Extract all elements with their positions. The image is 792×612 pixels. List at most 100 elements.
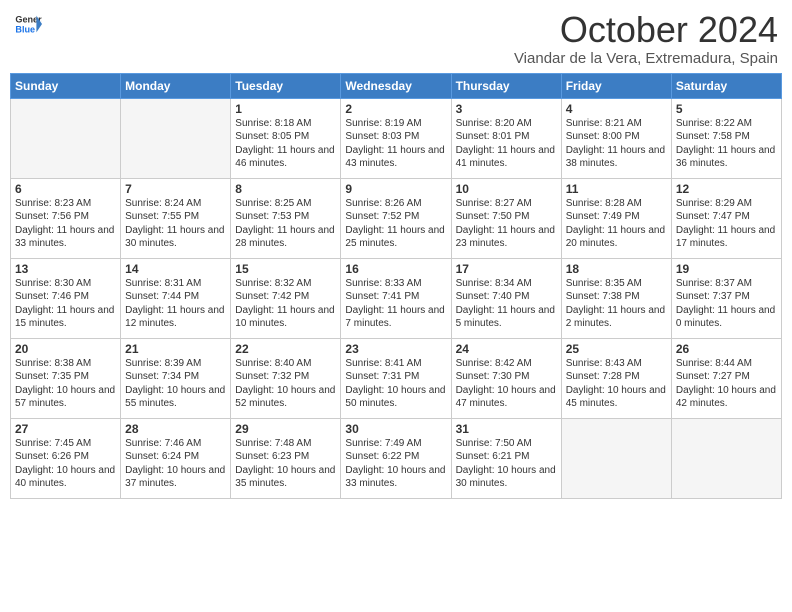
- calendar-cell: 12Sunrise: 8:29 AMSunset: 7:47 PMDayligh…: [671, 178, 781, 258]
- calendar-cell: 24Sunrise: 8:42 AMSunset: 7:30 PMDayligh…: [451, 338, 561, 418]
- calendar-cell: 29Sunrise: 7:48 AMSunset: 6:23 PMDayligh…: [231, 418, 341, 498]
- day-number: 31: [456, 422, 557, 436]
- calendar-cell: 4Sunrise: 8:21 AMSunset: 8:00 PMDaylight…: [561, 98, 671, 178]
- day-number: 17: [456, 262, 557, 276]
- calendar-cell: 25Sunrise: 8:43 AMSunset: 7:28 PMDayligh…: [561, 338, 671, 418]
- day-info: Sunrise: 8:38 AMSunset: 7:35 PMDaylight:…: [15, 357, 116, 411]
- day-number: 11: [566, 182, 667, 196]
- day-info: Sunrise: 8:26 AMSunset: 7:52 PMDaylight:…: [345, 197, 446, 251]
- calendar-cell: 21Sunrise: 8:39 AMSunset: 7:34 PMDayligh…: [121, 338, 231, 418]
- day-info: Sunrise: 8:28 AMSunset: 7:49 PMDaylight:…: [566, 197, 667, 251]
- weekday-header-thursday: Thursday: [451, 73, 561, 98]
- weekday-header-saturday: Saturday: [671, 73, 781, 98]
- day-number: 19: [676, 262, 777, 276]
- calendar-cell: 16Sunrise: 8:33 AMSunset: 7:41 PMDayligh…: [341, 258, 451, 338]
- weekday-header-monday: Monday: [121, 73, 231, 98]
- day-number: 8: [235, 182, 336, 196]
- weekday-header-wednesday: Wednesday: [341, 73, 451, 98]
- day-number: 3: [456, 102, 557, 116]
- title-block: October 2024 Viandar de la Vera, Extrema…: [514, 10, 778, 67]
- day-number: 13: [15, 262, 116, 276]
- calendar-cell: 3Sunrise: 8:20 AMSunset: 8:01 PMDaylight…: [451, 98, 561, 178]
- day-number: 2: [345, 102, 446, 116]
- day-info: Sunrise: 8:37 AMSunset: 7:37 PMDaylight:…: [676, 277, 777, 331]
- day-number: 30: [345, 422, 446, 436]
- calendar-cell: 9Sunrise: 8:26 AMSunset: 7:52 PMDaylight…: [341, 178, 451, 258]
- calendar-title: October 2024: [514, 10, 778, 50]
- day-info: Sunrise: 7:46 AMSunset: 6:24 PMDaylight:…: [125, 437, 226, 491]
- day-number: 22: [235, 342, 336, 356]
- day-info: Sunrise: 8:41 AMSunset: 7:31 PMDaylight:…: [345, 357, 446, 411]
- calendar-cell: 30Sunrise: 7:49 AMSunset: 6:22 PMDayligh…: [341, 418, 451, 498]
- page-header: General Blue October 2024 Viandar de la …: [10, 10, 782, 67]
- calendar-cell: 14Sunrise: 8:31 AMSunset: 7:44 PMDayligh…: [121, 258, 231, 338]
- day-info: Sunrise: 7:48 AMSunset: 6:23 PMDaylight:…: [235, 437, 336, 491]
- day-number: 12: [676, 182, 777, 196]
- calendar-cell: 11Sunrise: 8:28 AMSunset: 7:49 PMDayligh…: [561, 178, 671, 258]
- day-info: Sunrise: 8:44 AMSunset: 7:27 PMDaylight:…: [676, 357, 777, 411]
- calendar-cell: 7Sunrise: 8:24 AMSunset: 7:55 PMDaylight…: [121, 178, 231, 258]
- calendar-cell: [561, 418, 671, 498]
- day-number: 4: [566, 102, 667, 116]
- day-number: 5: [676, 102, 777, 116]
- day-number: 14: [125, 262, 226, 276]
- calendar-cell: 10Sunrise: 8:27 AMSunset: 7:50 PMDayligh…: [451, 178, 561, 258]
- day-info: Sunrise: 8:20 AMSunset: 8:01 PMDaylight:…: [456, 117, 557, 171]
- day-info: Sunrise: 8:43 AMSunset: 7:28 PMDaylight:…: [566, 357, 667, 411]
- calendar-cell: 23Sunrise: 8:41 AMSunset: 7:31 PMDayligh…: [341, 338, 451, 418]
- day-info: Sunrise: 8:27 AMSunset: 7:50 PMDaylight:…: [456, 197, 557, 251]
- day-info: Sunrise: 7:50 AMSunset: 6:21 PMDaylight:…: [456, 437, 557, 491]
- day-info: Sunrise: 8:33 AMSunset: 7:41 PMDaylight:…: [345, 277, 446, 331]
- calendar-cell: 20Sunrise: 8:38 AMSunset: 7:35 PMDayligh…: [11, 338, 121, 418]
- day-number: 16: [345, 262, 446, 276]
- calendar-cell: [671, 418, 781, 498]
- calendar-cell: 6Sunrise: 8:23 AMSunset: 7:56 PMDaylight…: [11, 178, 121, 258]
- day-info: Sunrise: 8:32 AMSunset: 7:42 PMDaylight:…: [235, 277, 336, 331]
- calendar-cell: 19Sunrise: 8:37 AMSunset: 7:37 PMDayligh…: [671, 258, 781, 338]
- day-info: Sunrise: 8:22 AMSunset: 7:58 PMDaylight:…: [676, 117, 777, 171]
- day-number: 20: [15, 342, 116, 356]
- day-number: 18: [566, 262, 667, 276]
- day-info: Sunrise: 8:18 AMSunset: 8:05 PMDaylight:…: [235, 117, 336, 171]
- calendar-week-row: 27Sunrise: 7:45 AMSunset: 6:26 PMDayligh…: [11, 418, 782, 498]
- day-info: Sunrise: 8:25 AMSunset: 7:53 PMDaylight:…: [235, 197, 336, 251]
- svg-text:Blue: Blue: [15, 24, 35, 34]
- calendar-header-row: SundayMondayTuesdayWednesdayThursdayFrid…: [11, 73, 782, 98]
- day-info: Sunrise: 8:35 AMSunset: 7:38 PMDaylight:…: [566, 277, 667, 331]
- day-info: Sunrise: 7:45 AMSunset: 6:26 PMDaylight:…: [15, 437, 116, 491]
- calendar-cell: 27Sunrise: 7:45 AMSunset: 6:26 PMDayligh…: [11, 418, 121, 498]
- calendar-week-row: 20Sunrise: 8:38 AMSunset: 7:35 PMDayligh…: [11, 338, 782, 418]
- day-info: Sunrise: 8:24 AMSunset: 7:55 PMDaylight:…: [125, 197, 226, 251]
- calendar-week-row: 6Sunrise: 8:23 AMSunset: 7:56 PMDaylight…: [11, 178, 782, 258]
- calendar-cell: 13Sunrise: 8:30 AMSunset: 7:46 PMDayligh…: [11, 258, 121, 338]
- weekday-header-friday: Friday: [561, 73, 671, 98]
- day-info: Sunrise: 8:31 AMSunset: 7:44 PMDaylight:…: [125, 277, 226, 331]
- day-number: 24: [456, 342, 557, 356]
- day-number: 27: [15, 422, 116, 436]
- logo-icon: General Blue: [14, 10, 42, 38]
- day-number: 28: [125, 422, 226, 436]
- calendar-cell: 28Sunrise: 7:46 AMSunset: 6:24 PMDayligh…: [121, 418, 231, 498]
- day-number: 10: [456, 182, 557, 196]
- calendar-cell: [11, 98, 121, 178]
- calendar-cell: 17Sunrise: 8:34 AMSunset: 7:40 PMDayligh…: [451, 258, 561, 338]
- day-info: Sunrise: 8:21 AMSunset: 8:00 PMDaylight:…: [566, 117, 667, 171]
- weekday-header-tuesday: Tuesday: [231, 73, 341, 98]
- day-number: 29: [235, 422, 336, 436]
- day-info: Sunrise: 7:49 AMSunset: 6:22 PMDaylight:…: [345, 437, 446, 491]
- weekday-header-sunday: Sunday: [11, 73, 121, 98]
- day-number: 21: [125, 342, 226, 356]
- calendar-week-row: 13Sunrise: 8:30 AMSunset: 7:46 PMDayligh…: [11, 258, 782, 338]
- day-number: 23: [345, 342, 446, 356]
- day-number: 25: [566, 342, 667, 356]
- day-info: Sunrise: 8:42 AMSunset: 7:30 PMDaylight:…: [456, 357, 557, 411]
- calendar-week-row: 1Sunrise: 8:18 AMSunset: 8:05 PMDaylight…: [11, 98, 782, 178]
- calendar-cell: [121, 98, 231, 178]
- calendar-cell: 8Sunrise: 8:25 AMSunset: 7:53 PMDaylight…: [231, 178, 341, 258]
- day-info: Sunrise: 8:40 AMSunset: 7:32 PMDaylight:…: [235, 357, 336, 411]
- day-number: 7: [125, 182, 226, 196]
- calendar-cell: 31Sunrise: 7:50 AMSunset: 6:21 PMDayligh…: [451, 418, 561, 498]
- day-info: Sunrise: 8:30 AMSunset: 7:46 PMDaylight:…: [15, 277, 116, 331]
- calendar-subtitle: Viandar de la Vera, Extremadura, Spain: [514, 50, 778, 67]
- calendar-cell: 26Sunrise: 8:44 AMSunset: 7:27 PMDayligh…: [671, 338, 781, 418]
